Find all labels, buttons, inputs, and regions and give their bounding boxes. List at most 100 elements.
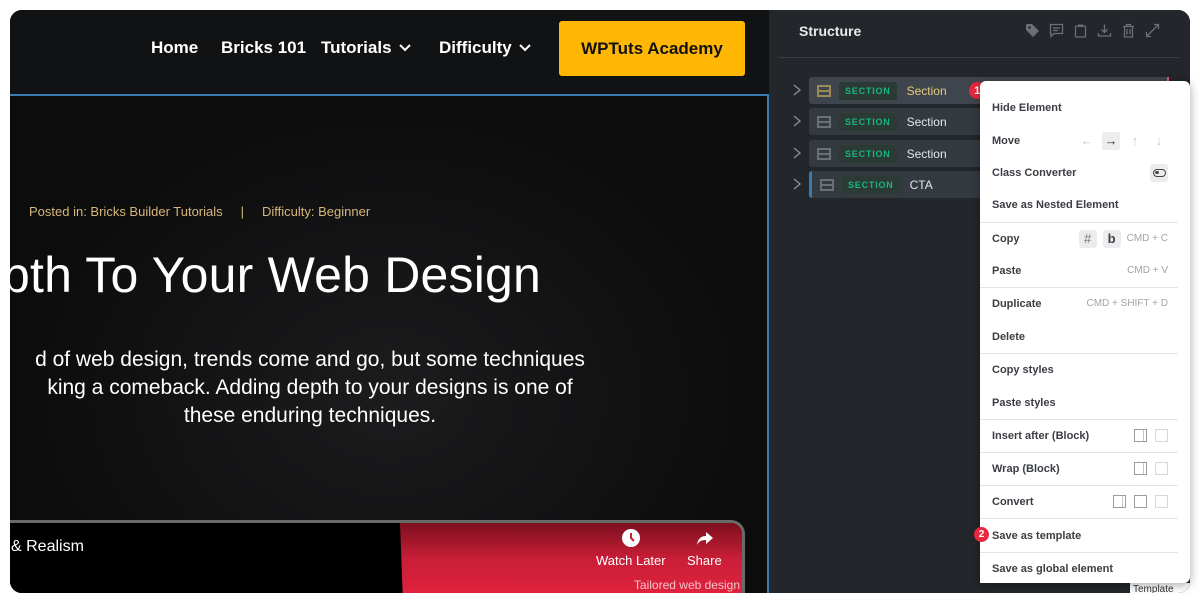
posted-in-link[interactable]: Posted in: Bricks Builder Tutorials [29, 204, 223, 219]
menu-item-insert-after-block[interactable]: Insert after (Block) [980, 419, 1178, 452]
div-icon[interactable] [1155, 495, 1168, 508]
element-label: Section [906, 83, 947, 98]
menu-item-copy[interactable]: Copy # b CMD + C [980, 222, 1178, 255]
chevron-right-icon[interactable] [792, 84, 802, 96]
menu-item-save-as-template[interactable]: 2 Save as template [974, 519, 1178, 552]
move-right-button[interactable]: → [1102, 131, 1120, 150]
shortcut-hint: CMD + V [1127, 265, 1168, 276]
video-tagline: Tailored web design [633, 578, 740, 592]
block-alt-icon[interactable] [1155, 462, 1168, 475]
move-left-button[interactable]: ← [1078, 132, 1096, 150]
block-icon[interactable] [1134, 429, 1147, 442]
menu-item-paste-styles[interactable]: Paste styles [980, 386, 1178, 419]
block-alt-icon[interactable] [1155, 429, 1168, 442]
menu-item-label: Save as template [992, 529, 1082, 542]
menu-item-label: Save as global element [992, 562, 1114, 575]
menu-item-label: Paste [992, 264, 1022, 277]
watch-later-button[interactable]: Watch Later [596, 528, 666, 568]
expand-icon[interactable] [1145, 23, 1160, 38]
download-icon[interactable] [1097, 23, 1112, 38]
step-badge: 2 [974, 527, 989, 542]
panel-divider [779, 57, 1179, 58]
chevron-right-icon[interactable] [792, 147, 802, 159]
trash-icon[interactable] [1121, 23, 1136, 38]
intro-line: king a comeback. Adding depth to your de… [47, 376, 573, 399]
menu-item-save-as-nested-element[interactable]: Save as Nested Element [980, 188, 1178, 221]
menu-item-copy-styles[interactable]: Copy styles [980, 353, 1178, 386]
comment-icon[interactable] [1049, 23, 1064, 39]
clock-icon [621, 529, 640, 547]
section-icon [817, 147, 831, 160]
tag-icon[interactable] [1025, 23, 1040, 38]
move-down-button[interactable]: ↓ [1150, 132, 1168, 150]
video-embed[interactable]: & Realism Watch Later Share Tailored web… [10, 520, 745, 593]
nav-link-label: Tutorials [321, 38, 392, 57]
cta-label: WPTuts Academy [581, 38, 723, 58]
element-label: Section [906, 146, 947, 161]
shortcut-hint: CMD + C [1126, 233, 1168, 244]
wptuts-academy-button[interactable]: WPTuts Academy [559, 21, 745, 76]
share-arrow-icon [697, 532, 714, 545]
menu-item-label: Delete [992, 330, 1026, 343]
builder-canvas[interactable]: Home Bricks 101 Tutorials Difficulty WPT… [10, 10, 769, 593]
post-meta: Posted in: Bricks Builder Tutorials | Di… [29, 204, 370, 219]
chevron-right-icon[interactable] [792, 115, 802, 127]
intro-line: d of web design, trends come and go, but… [35, 348, 585, 371]
toggle-icon[interactable] [1150, 163, 1168, 182]
nav-link-label: Difficulty [439, 38, 512, 57]
menu-item-delete[interactable]: Delete [980, 320, 1178, 353]
nav-link-home[interactable]: Home [151, 38, 198, 58]
menu-item-save-as-global-element[interactable]: Save as global element [980, 552, 1178, 585]
element-type-tag: SECTION [839, 112, 897, 131]
chevron-down-icon [519, 44, 531, 52]
chevron-down-icon [398, 44, 411, 52]
context-menu: Hide Element Move ← → ↑ ↓ Class Converte… [974, 81, 1190, 585]
menu-item-label: Copy [992, 232, 1020, 245]
move-up-button[interactable]: ↑ [1126, 132, 1144, 150]
panel-title: Structure [799, 23, 862, 39]
nav-link-bricks-101[interactable]: Bricks 101 [221, 38, 306, 58]
difficulty-link[interactable]: Difficulty: Beginner [262, 204, 370, 219]
nav-link-difficulty[interactable]: Difficulty [439, 38, 532, 58]
block-icon[interactable] [1113, 495, 1126, 508]
menu-item-label: Move [992, 134, 1021, 147]
panel-toolbar [1025, 23, 1160, 39]
clipboard-icon[interactable] [1073, 23, 1088, 38]
video-title: & Realism [11, 538, 84, 555]
menu-item-label: Paste styles [992, 396, 1056, 409]
block-icon[interactable] [1134, 462, 1147, 475]
menu-item-duplicate[interactable]: Duplicate CMD + SHIFT + D [980, 287, 1178, 320]
chevron-right-icon[interactable] [792, 178, 802, 190]
menu-item-wrap-block[interactable]: Wrap (Block) [980, 452, 1178, 485]
nav-link-label: Home [151, 38, 199, 57]
menu-item-hide-element[interactable]: Hide Element [980, 91, 1178, 124]
menu-item-label: Wrap (Block) [992, 462, 1060, 475]
menu-item-class-converter[interactable]: Class Converter [980, 156, 1178, 189]
nav-link-label: Bricks 101 [221, 38, 307, 57]
share-label: Share [687, 553, 722, 568]
menu-item-label: Save as Nested Element [992, 198, 1119, 211]
copy-id-button[interactable]: # [1078, 229, 1097, 248]
menu-item-convert[interactable]: Convert [980, 485, 1178, 518]
copy-bricks-button[interactable]: b [1102, 229, 1121, 248]
section-icon [817, 115, 831, 128]
container-icon[interactable] [1134, 495, 1147, 508]
intro-line: these enduring techniques. [183, 404, 437, 427]
nav-link-tutorials[interactable]: Tutorials [321, 38, 412, 58]
section-icon [820, 178, 834, 191]
menu-item-move: Move ← → ↑ ↓ [980, 124, 1178, 157]
menu-item-label: Convert [992, 495, 1034, 508]
menu-item-label: Class Converter [992, 166, 1077, 179]
menu-item-paste[interactable]: Paste CMD + V [980, 254, 1178, 287]
element-label: CTA [909, 177, 933, 192]
menu-item-label: Hide Element [992, 101, 1062, 114]
element-type-tag: SECTION [839, 144, 897, 163]
site-header: Home Bricks 101 Tutorials Difficulty WPT… [10, 10, 769, 94]
share-button[interactable]: Share [687, 528, 722, 568]
menu-item-label: Insert after (Block) [992, 429, 1090, 442]
menu-item-label: Copy styles [992, 363, 1054, 376]
watch-later-label: Watch Later [596, 553, 666, 568]
hero-section[interactable]: Posted in: Bricks Builder Tutorials | Di… [10, 96, 767, 593]
meta-separator: | [240, 204, 245, 219]
post-intro: d of web design, trends come and go, but… [10, 346, 620, 430]
